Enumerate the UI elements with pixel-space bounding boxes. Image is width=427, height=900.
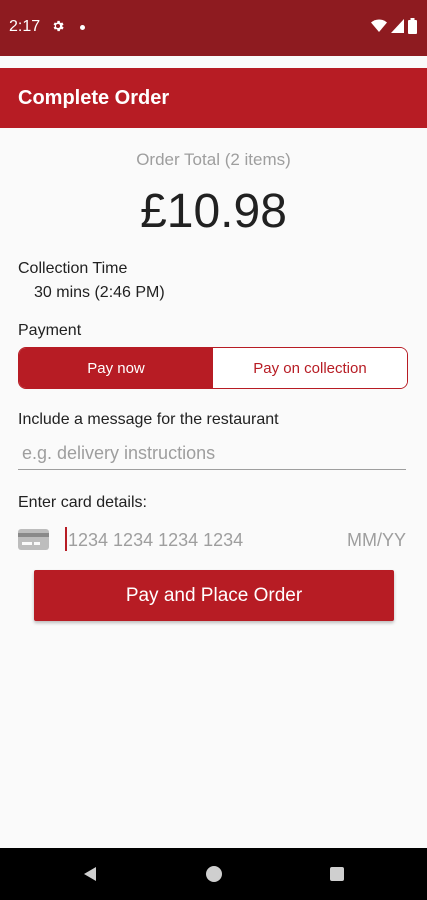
order-total-label: Order Total (2 items): [136, 150, 291, 169]
credit-card-icon: [18, 529, 49, 550]
pay-and-place-order-button[interactable]: Pay and Place Order: [34, 570, 394, 621]
back-icon[interactable]: [82, 866, 98, 882]
gear-icon: [53, 20, 64, 32]
notification-dot-icon: [80, 25, 85, 30]
status-icons: [371, 18, 417, 34]
text-cursor: [65, 527, 67, 551]
pay-on-collection-option[interactable]: Pay on collection: [213, 348, 407, 388]
app-bar: Complete Order: [0, 68, 427, 128]
recents-icon[interactable]: [330, 867, 344, 881]
collection-time-label: Collection Time: [18, 260, 128, 277]
system-nav-bar: [0, 848, 427, 900]
payment-label: Payment: [18, 322, 82, 339]
page-title: Complete Order: [18, 87, 170, 109]
pay-now-option[interactable]: Pay now: [19, 348, 213, 388]
wifi-icon: [371, 19, 387, 32]
battery-icon: [408, 18, 417, 34]
payment-toggle: Pay now Pay on collection: [18, 347, 408, 389]
card-details-label: Enter card details:: [18, 494, 147, 511]
card-number-input[interactable]: [68, 528, 298, 552]
signal-icon: [391, 19, 404, 33]
card-expiry-input[interactable]: [330, 528, 406, 552]
status-time: 2:17: [9, 18, 41, 35]
home-icon[interactable]: [206, 866, 222, 882]
collection-time-value: 30 mins (2:46 PM): [34, 284, 165, 301]
status-bar: 2:17: [0, 0, 427, 56]
message-input[interactable]: [18, 440, 406, 470]
order-total-amount: £10.98: [140, 185, 287, 238]
message-label: Include a message for the restaurant: [18, 411, 279, 428]
